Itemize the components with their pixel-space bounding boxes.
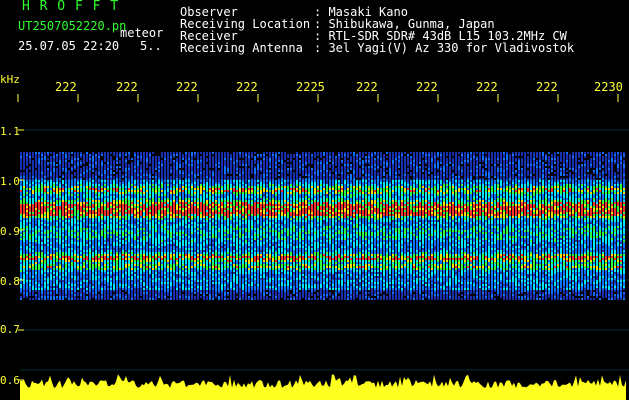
app-title: H R O F F T xyxy=(22,0,120,14)
time-tick-label: 222 xyxy=(536,80,558,94)
mode-label: meteor xyxy=(120,26,164,40)
time-tick-label: 222 xyxy=(55,80,77,94)
time-tick-label: 222 xyxy=(116,80,138,94)
time-tick-label: 222 xyxy=(236,80,258,94)
time-tick-label: 222 xyxy=(416,80,438,94)
y-tick-label: 1.0 xyxy=(0,175,20,188)
file-name: UT2507052220.pn xyxy=(18,19,127,33)
y-tick-label: 0.6 xyxy=(0,374,20,387)
y-tick-label: 0.8 xyxy=(0,275,20,288)
time-tick-label: 222 xyxy=(176,80,198,94)
time-tick-label: 2230 xyxy=(594,80,623,94)
y-axis-unit: kHz xyxy=(0,73,20,86)
time-tick-label: 222 xyxy=(476,80,498,94)
extra-label: 5.. xyxy=(140,39,162,53)
time-tick-label: 2225 xyxy=(296,80,325,94)
antenna-value: : 3el Yagi(V) Az 330 for Vladivostok xyxy=(314,41,575,55)
y-tick-label: 0.7 xyxy=(0,323,20,336)
spectrogram-canvas xyxy=(0,0,629,400)
time-tick-label: 222 xyxy=(356,80,378,94)
y-tick-label: 1.1 xyxy=(0,125,20,138)
y-tick-label: 0.9 xyxy=(0,225,20,238)
date-time: 25.07.05 22:20 xyxy=(18,39,120,53)
antenna-label: Receiving Antenna xyxy=(180,41,303,55)
